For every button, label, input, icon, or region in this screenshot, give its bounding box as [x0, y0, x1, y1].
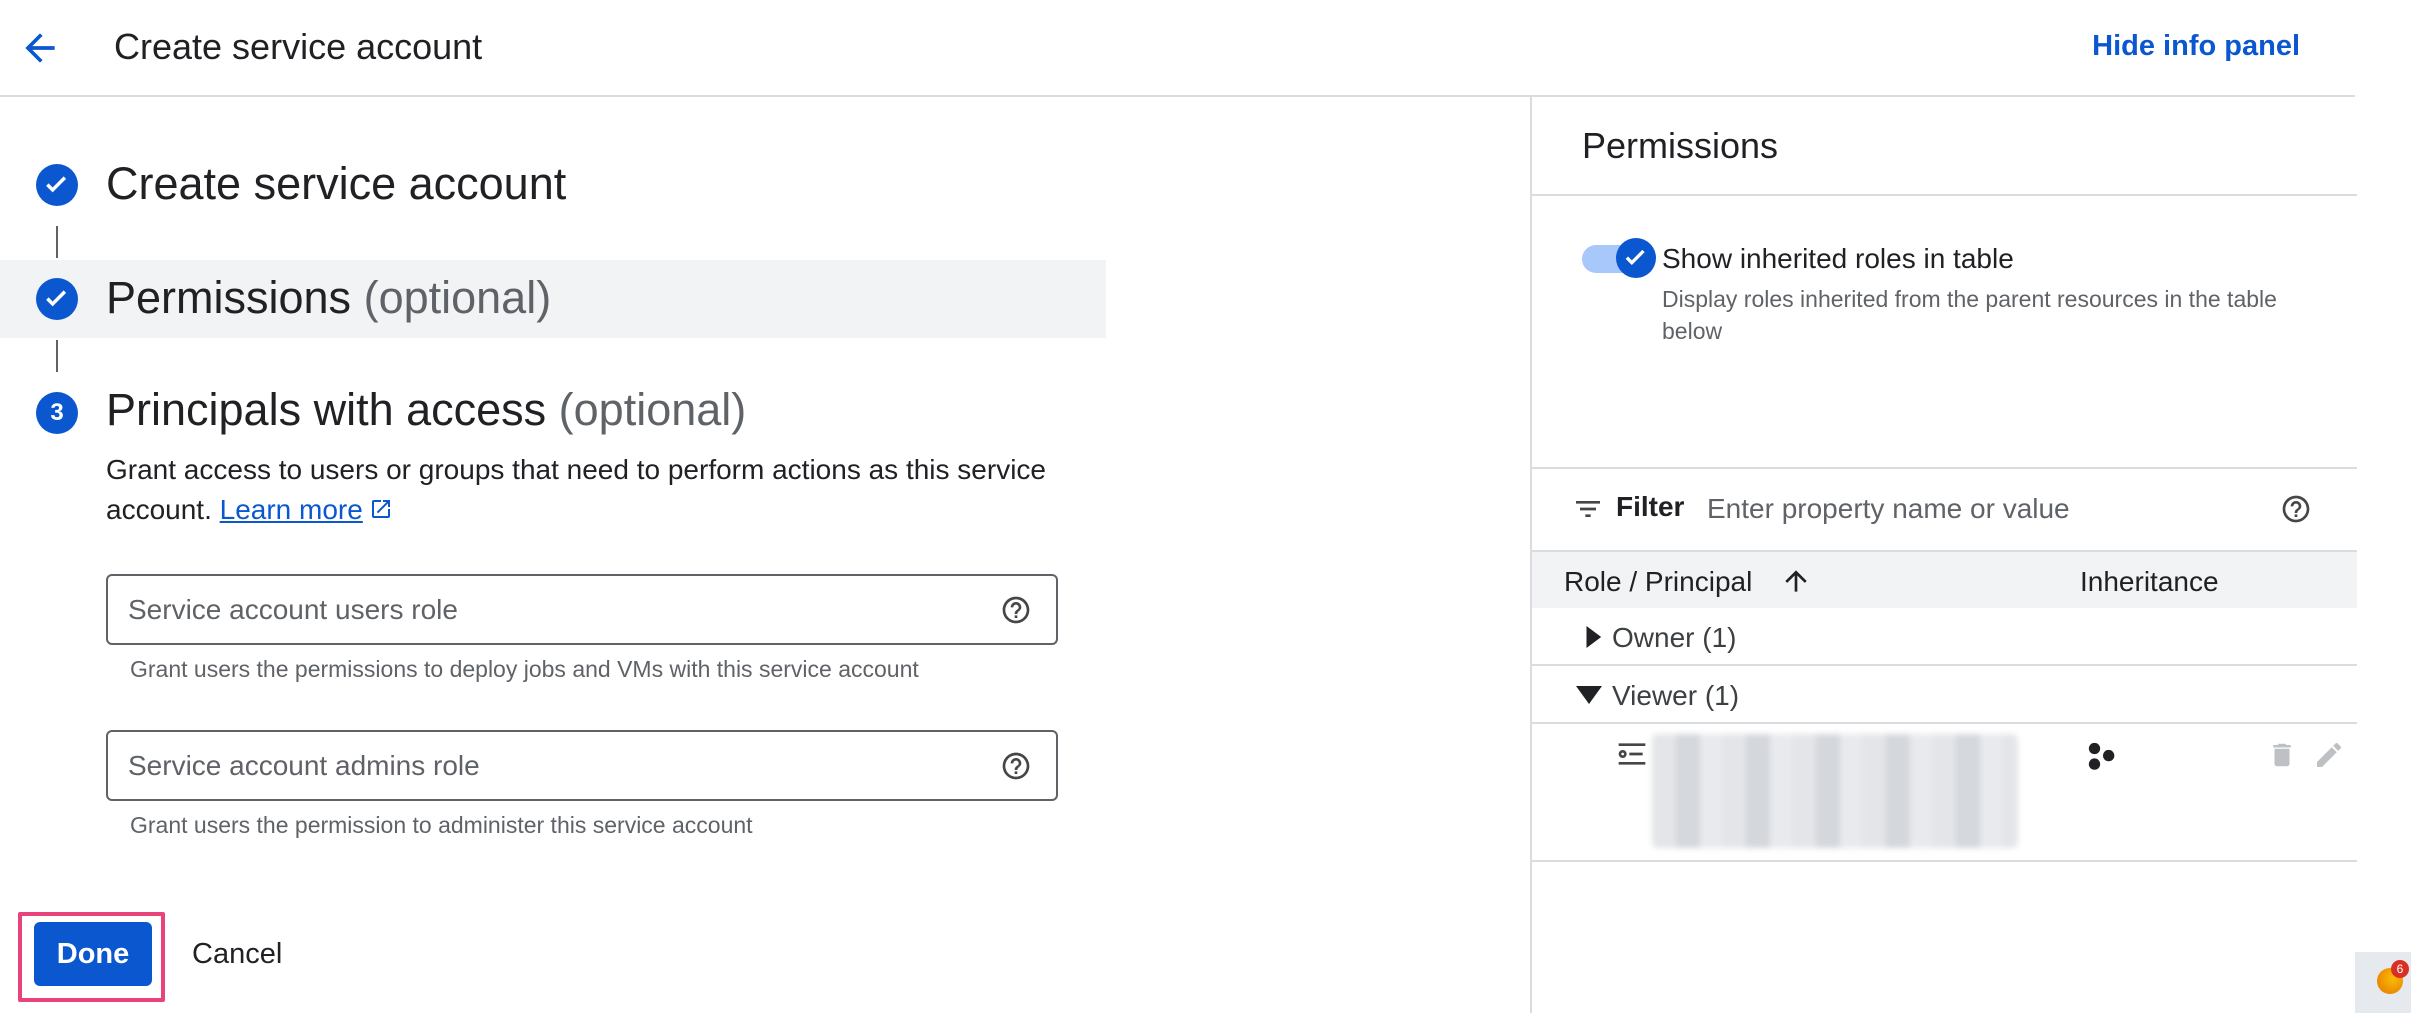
back-arrow-icon[interactable] [18, 26, 62, 70]
edit-icon[interactable] [2313, 738, 2345, 772]
step-title-text: Permissions [106, 272, 352, 323]
step-number-badge: 3 [36, 392, 78, 434]
column-header-role-principal[interactable]: Role / Principal [1564, 566, 1752, 598]
step-title: Create service account [106, 158, 566, 210]
notification-count: 6 [2391, 960, 2409, 978]
column-header-inheritance: Inheritance [2080, 566, 2219, 597]
help-icon[interactable] [1000, 750, 1032, 782]
info-panel: Permissions Show inherited roles in tabl… [1530, 97, 2357, 1013]
check-icon [1616, 238, 1656, 278]
service-account-admins-role-input[interactable] [128, 732, 948, 799]
principals-description: Grant access to users or groups that nee… [106, 450, 1086, 532]
show-inherited-roles-toggle[interactable] [1582, 238, 1656, 278]
admins-role-hint: Grant users the permission to administer… [130, 812, 753, 838]
help-icon[interactable] [2280, 493, 2312, 525]
table-row-viewer[interactable]: Viewer (1) [1532, 666, 2357, 724]
delete-icon[interactable] [2267, 738, 2297, 772]
step-title-text: Create service account [106, 158, 567, 209]
service-account-admins-role-field[interactable] [106, 730, 1058, 801]
filter-icon [1572, 493, 1604, 525]
caret-right-icon [1582, 626, 1602, 648]
toggle-label: Show inherited roles in table [1662, 243, 2014, 274]
check-circle-icon [36, 278, 78, 320]
table-row-owner[interactable]: Owner (1) [1532, 608, 2357, 666]
done-button[interactable]: Done [34, 922, 152, 986]
step-title-text: Principals with access [106, 384, 547, 435]
step-optional-label: (optional) [363, 272, 552, 323]
step-optional-label: (optional) [558, 384, 747, 435]
service-account-icon [1616, 738, 1648, 770]
step-permissions[interactable]: Permissions (optional) [0, 260, 1106, 338]
service-account-users-role-field[interactable] [106, 574, 1058, 645]
arrow-up-icon[interactable] [1780, 564, 1812, 598]
notification-widget[interactable]: 6 [2355, 952, 2411, 1013]
step-title: Permissions (optional) [106, 272, 551, 324]
step-title: Principals with access (optional) [106, 384, 746, 436]
caret-down-icon [1576, 686, 1602, 704]
inherited-resource-icon [2086, 740, 2120, 774]
open-in-new-icon [369, 492, 393, 532]
learn-more-label: Learn more [219, 494, 363, 525]
step-create-service-account[interactable]: Create service account [0, 146, 1106, 224]
filter-input[interactable] [1707, 487, 2227, 531]
panel-title: Permissions [1582, 125, 1779, 166]
cancel-button[interactable]: Cancel [192, 922, 282, 986]
redacted-principal [1652, 734, 2018, 848]
page-title: Create service account [114, 26, 483, 67]
filter-bar: Filter [1532, 469, 2357, 549]
users-role-hint: Grant users the permissions to deploy jo… [130, 656, 919, 682]
page-header: Create service account Hide info panel [0, 0, 2355, 97]
step-connector [56, 340, 58, 372]
filter-label: Filter [1616, 491, 1685, 522]
toggle-description: Display roles inherited from the parent … [1662, 286, 2277, 344]
hide-info-panel-button[interactable]: Hide info panel [2092, 30, 2300, 63]
table-header: Role / Principal Inheritance [1532, 550, 2357, 608]
learn-more-link[interactable]: Learn more [220, 494, 363, 525]
group-label: Viewer (1) [1612, 680, 1740, 711]
table-row [1532, 724, 2357, 862]
group-label: Owner (1) [1612, 622, 1737, 653]
step-connector [56, 226, 58, 258]
divider [1532, 194, 2357, 196]
help-icon[interactable] [1000, 594, 1032, 626]
step-principals-with-access: 3 Principals with access (optional) [0, 374, 1106, 452]
service-account-users-role-input[interactable] [128, 576, 948, 643]
check-circle-icon [36, 164, 78, 206]
